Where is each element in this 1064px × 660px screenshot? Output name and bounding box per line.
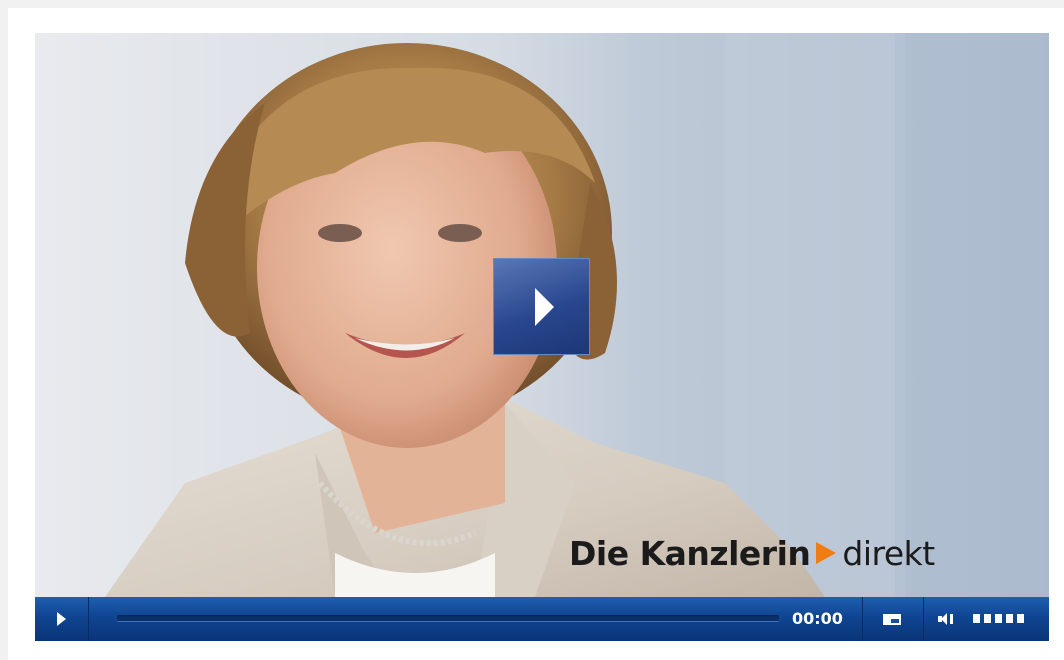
play-button[interactable] [35, 597, 89, 641]
play-icon [535, 287, 554, 326]
volume-slider[interactable] [973, 614, 1024, 623]
volume-step[interactable] [973, 614, 980, 623]
progress-bar[interactable] [117, 615, 779, 622]
screen-size-button[interactable] [877, 610, 907, 628]
volume-step[interactable] [1017, 614, 1024, 623]
speaker-cone [941, 613, 947, 625]
control-bar: 00:00 [35, 597, 1049, 641]
video-overlay-title: Die Kanzlerin direkt [569, 533, 935, 573]
volume-step[interactable] [995, 614, 1002, 623]
divider [862, 597, 863, 641]
speaker-wave [950, 614, 953, 624]
volume-step[interactable] [1006, 614, 1013, 623]
video-player: Die Kanzlerin direkt 00:00 [35, 33, 1049, 641]
video-viewport[interactable]: Die Kanzlerin direkt [35, 33, 1049, 597]
play-icon [57, 612, 66, 626]
arrow-right-icon [816, 542, 837, 564]
mute-button[interactable] [938, 610, 956, 628]
time-display: 00:00 [792, 609, 843, 628]
overlay-title-part1: Die Kanzlerin [569, 533, 811, 573]
big-play-button[interactable] [493, 258, 590, 355]
volume-step[interactable] [984, 614, 991, 623]
screen-size-icon [883, 613, 901, 625]
divider [923, 597, 924, 641]
overlay-title-part2: direkt [842, 533, 935, 573]
